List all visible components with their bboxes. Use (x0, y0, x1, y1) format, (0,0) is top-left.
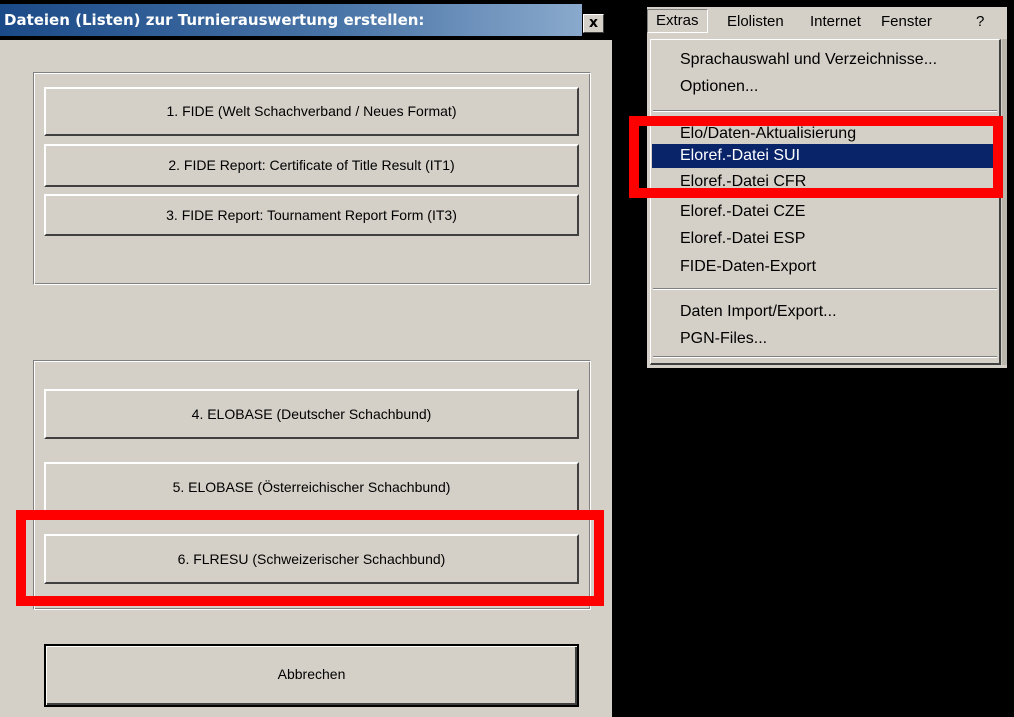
elobase-de-button-label: 4. ELOBASE (Deutscher Schachbund) (191, 406, 432, 422)
menu-item-fide-export[interactable]: FIDE-Daten-Export (652, 255, 998, 279)
menu-separator (653, 110, 997, 112)
extras-dropdown: Sprachauswahl und Verzeichnisse... Optio… (650, 39, 1001, 365)
menu-fenster[interactable]: Fenster (881, 13, 932, 30)
menu-separator (653, 288, 997, 290)
elobase-de-button[interactable]: 4. ELOBASE (Deutscher Schachbund) (44, 389, 579, 439)
menu-item-import-export[interactable]: Daten Import/Export... (652, 300, 998, 324)
menubar: Extras Elolisten Internet Fenster ? (647, 7, 1007, 35)
menu-item-options[interactable]: Optionen... (652, 75, 998, 99)
cancel-button-label: Abbrechen (277, 666, 346, 682)
highlight-box-menu (629, 116, 1003, 198)
dialog-title: Dateien (Listen) zur Turnierauswertung e… (0, 4, 582, 36)
it1-report-button[interactable]: 2. FIDE Report: Certificate of Title Res… (44, 144, 579, 187)
it1-report-button-label: 2. FIDE Report: Certificate of Title Res… (168, 157, 455, 173)
menu-item-language[interactable]: Sprachauswahl und Verzeichnisse... (652, 48, 998, 72)
menu-shadow (1002, 39, 1007, 365)
menu-help[interactable]: ? (976, 13, 984, 30)
fide-button[interactable]: 1. FIDE (Welt Schachverband / Neues Form… (44, 87, 579, 136)
close-button[interactable]: x (583, 14, 604, 33)
elobase-at-button-label: 5. ELOBASE (Österreichischer Schachbund) (172, 479, 451, 495)
menu-separator (653, 356, 997, 358)
menu-internet[interactable]: Internet (810, 13, 861, 30)
menu-elolisten[interactable]: Elolisten (727, 13, 784, 30)
close-icon: x (588, 15, 599, 31)
menu-item-pgn-files[interactable]: PGN-Files... (652, 327, 998, 351)
menu-extras[interactable]: Extras (647, 9, 708, 33)
export-dialog: Dateien (Listen) zur Turnierauswertung e… (0, 0, 612, 717)
it3-report-button[interactable]: 3. FIDE Report: Tournament Report Form (… (44, 194, 579, 236)
cancel-button[interactable]: Abbrechen (44, 644, 579, 707)
menu-item-eloref-esp[interactable]: Eloref.-Datei ESP (652, 227, 998, 251)
fide-button-label: 1. FIDE (Welt Schachverband / Neues Form… (166, 103, 457, 119)
elobase-at-button[interactable]: 5. ELOBASE (Österreichischer Schachbund) (44, 462, 579, 512)
it3-report-button-label: 3. FIDE Report: Tournament Report Form (… (166, 207, 457, 223)
dialog-titlebar: Dateien (Listen) zur Turnierauswertung e… (0, 0, 612, 40)
menu-item-eloref-cze[interactable]: Eloref.-Datei CZE (652, 200, 998, 224)
highlight-box-flresu (16, 510, 604, 606)
